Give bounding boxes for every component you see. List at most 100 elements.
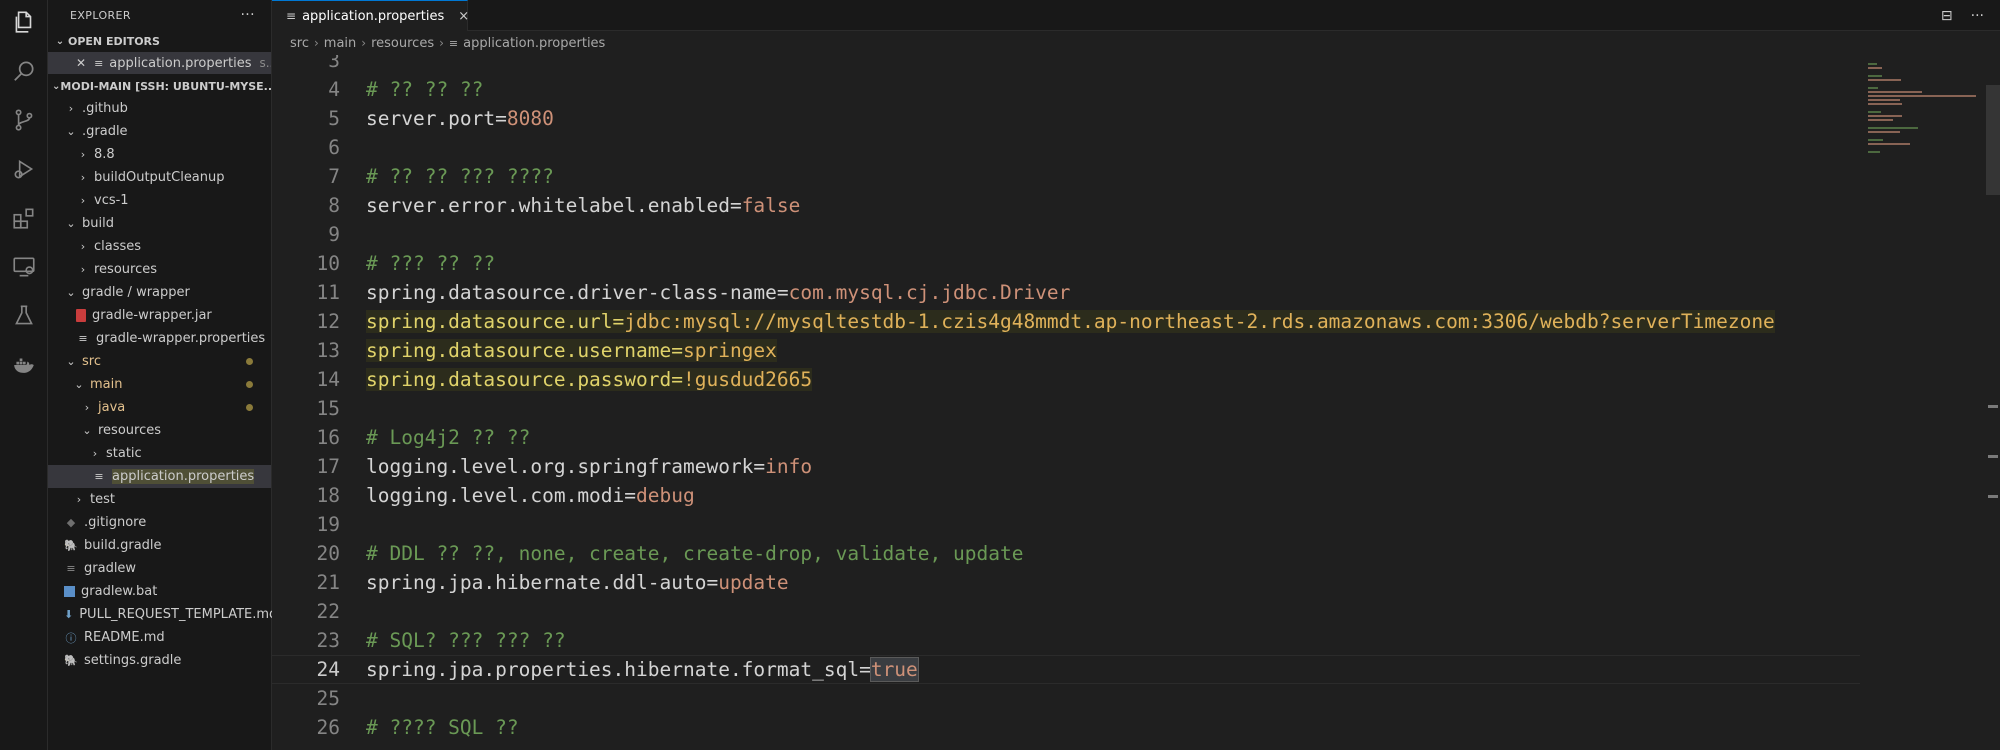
line-number: 3 <box>328 55 340 72</box>
code-line[interactable]: 18 logging.level.com.modi=debug <box>272 481 1860 510</box>
close-icon[interactable]: ✕ <box>76 56 86 70</box>
tree-item-main-resources[interactable]: ⌄ resources <box>48 419 271 442</box>
tree-item-build[interactable]: ⌄ build <box>48 212 271 235</box>
minimap-line <box>1868 143 1911 145</box>
chevron-right-icon: › <box>313 36 319 50</box>
tree-item-gradlew[interactable]: ≡ gradlew <box>48 557 271 580</box>
tree-item-vcs-1[interactable]: › vcs-1 <box>48 189 271 212</box>
run-debug-icon[interactable] <box>10 155 38 183</box>
tree-item-build-gradle[interactable]: 🐘 build.gradle <box>48 534 271 557</box>
code-line[interactable]: 7 # ?? ?? ??? ???? <box>272 162 1860 191</box>
code-line[interactable]: 8 server.error.whitelabel.enabled=false <box>272 191 1860 220</box>
testing-icon[interactable] <box>10 302 38 330</box>
comment-text: # SQL? ??? ??? ?? <box>366 629 566 652</box>
line-code: # SQL? ??? ??? ?? <box>366 629 566 652</box>
more-actions-icon[interactable]: ··· <box>1971 8 1984 24</box>
search-icon[interactable] <box>10 57 38 85</box>
property-value: springex <box>682 339 777 362</box>
tree-item-github[interactable]: › .github <box>48 97 271 120</box>
code-line[interactable]: 21 spring.jpa.hibernate.ddl-auto=update <box>272 568 1860 597</box>
tree-item-gradlew-bat[interactable]: gradlew.bat <box>48 580 271 603</box>
tree-item-classes[interactable]: › classes <box>48 235 271 258</box>
line-code: spring.jpa.properties.hibernate.format_s… <box>366 657 919 682</box>
tree-label: application.properties <box>112 469 255 484</box>
code-line[interactable]: 5 server.port=8080 <box>272 104 1860 133</box>
open-editors-section[interactable]: ⌄ OPEN EDITORS <box>48 30 271 52</box>
tree-item-gradle-dir[interactable]: ⌄ .gradle <box>48 120 271 143</box>
more-actions-icon[interactable]: ··· <box>240 7 255 23</box>
line-code: # ?? ?? ??? ???? <box>366 165 554 188</box>
tree-label: java <box>98 400 126 415</box>
code-line[interactable]: 13 spring.datasource.username=springex <box>272 336 1860 365</box>
close-icon[interactable]: × <box>458 9 469 24</box>
chevron-right-icon: › <box>68 102 74 115</box>
extensions-icon[interactable] <box>10 204 38 232</box>
tree-item-pull-request-template[interactable]: ⬇ PULL_REQUEST_TEMPLATE.md <box>48 603 277 626</box>
code-editor[interactable]: 3 4 # ?? ?? ?? 5 server.port=8080 6 7 # ?? ?? ?… <box>272 55 1860 750</box>
code-line[interactable]: 11 spring.datasource.driver-class-name=co… <box>272 278 1860 307</box>
code-line[interactable]: 10 # ??? ?? ?? <box>272 249 1860 278</box>
tree-item-settings-gradle[interactable]: 🐘 settings.gradle <box>48 649 271 672</box>
chevron-down-icon: ⌄ <box>74 378 84 391</box>
code-line[interactable]: 14 spring.datasource.password=!gusdud2665 <box>272 365 1860 394</box>
code-line[interactable]: 15 <box>272 394 1860 423</box>
docker-icon[interactable] <box>10 351 38 379</box>
tree-item-gradle-wrapper[interactable]: ⌄ gradle / wrapper <box>48 281 271 304</box>
line-code: server.port=8080 <box>366 107 554 130</box>
tree-item-application-properties[interactable]: ≡ application.properties <box>48 465 271 488</box>
tree-item-gradle-wrapper-properties[interactable]: ≡ gradle-wrapper.properties <box>48 327 271 350</box>
remote-explorer-icon[interactable] <box>10 253 38 281</box>
property-key: spring.datasource.url= <box>366 310 625 333</box>
tab-application-properties[interactable]: ≡ application.properties × <box>272 0 469 31</box>
line-code: spring.datasource.password=!gusdud2665 <box>366 368 813 391</box>
line-number: 6 <box>328 136 340 159</box>
property-value: false <box>741 194 801 217</box>
explorer-sidebar: EXPLORER ··· ⌄ OPEN EDITORS ✕ ≡ applicat… <box>48 0 277 750</box>
code-line[interactable]: 20 # DDL ?? ??, none, create, create-drop… <box>272 539 1860 568</box>
tree-item-static[interactable]: › static <box>48 442 271 465</box>
code-line[interactable]: 24 spring.jpa.properties.hibernate.format… <box>272 655 1860 684</box>
breadcrumb-item[interactable]: application.properties <box>463 36 605 51</box>
chevron-right-icon: › <box>80 240 86 253</box>
code-line[interactable]: 22 <box>272 597 1860 626</box>
explorer-icon[interactable] <box>10 8 38 36</box>
minimap-line <box>1868 63 1877 65</box>
scrollbar-thumb[interactable] <box>1986 85 2000 195</box>
tree-item-8-8[interactable]: › 8.8 <box>48 143 271 166</box>
code-line[interactable]: 6 <box>272 133 1860 162</box>
tree-label: static <box>106 446 142 461</box>
split-editor-icon[interactable]: ⊟ <box>1941 8 1953 24</box>
property-key: spring.datasource.username= <box>366 339 683 362</box>
property-value: debug <box>636 484 695 507</box>
file-tree: › .github ⌄ .gradle › 8.8 › buildOutputClean… <box>48 97 277 672</box>
code-line[interactable]: 25 <box>272 684 1860 713</box>
code-line[interactable]: 4 # ?? ?? ?? <box>272 75 1860 104</box>
tree-item-java[interactable]: › java <box>48 396 271 419</box>
code-line[interactable]: 19 <box>272 510 1860 539</box>
breadcrumb-item[interactable]: src <box>290 36 309 51</box>
code-line[interactable]: 3 <box>272 55 1860 75</box>
tree-item-build-resources[interactable]: › resources <box>48 258 271 281</box>
source-control-icon[interactable] <box>10 106 38 134</box>
tree-item-src[interactable]: ⌄ src <box>48 350 271 373</box>
breadcrumb-item[interactable]: main <box>324 36 356 51</box>
tree-item-gradle-wrapper-jar[interactable]: gradle-wrapper.jar <box>48 304 271 327</box>
minimap[interactable] <box>1860 55 1986 750</box>
tree-item-main[interactable]: ⌄ main <box>48 373 271 396</box>
vertical-scrollbar[interactable] <box>1986 55 2000 750</box>
tree-item-build-output-cleanup[interactable]: › buildOutputCleanup <box>48 166 271 189</box>
code-line[interactable]: 16 # Log4j2 ?? ?? <box>272 423 1860 452</box>
workspace-section[interactable]: ⌄ MODI-MAIN [SSH: UBUNTU-MYSE... <box>48 75 271 97</box>
code-line[interactable]: 26 # ???? SQL ?? <box>272 713 1860 742</box>
breadcrumb-item[interactable]: resources <box>371 36 434 51</box>
tree-item-test[interactable]: › test <box>48 488 271 511</box>
code-line[interactable]: 9 <box>272 220 1860 249</box>
tree-item-readme[interactable]: ⓘ README.md <box>48 626 271 649</box>
code-line[interactable]: 12 spring.datasource.url=jdbc:mysql://mys… <box>272 307 1860 336</box>
open-editor-item[interactable]: ✕ ≡ application.properties s... <box>48 52 271 74</box>
comment-text: # ?? ?? ??? ???? <box>366 165 554 188</box>
tree-label: resources <box>98 423 162 438</box>
code-line[interactable]: 23 # SQL? ??? ??? ?? <box>272 626 1860 655</box>
tree-item-gitignore[interactable]: ◆ .gitignore <box>48 511 271 534</box>
code-line[interactable]: 17 logging.level.org.springframework=info <box>272 452 1860 481</box>
